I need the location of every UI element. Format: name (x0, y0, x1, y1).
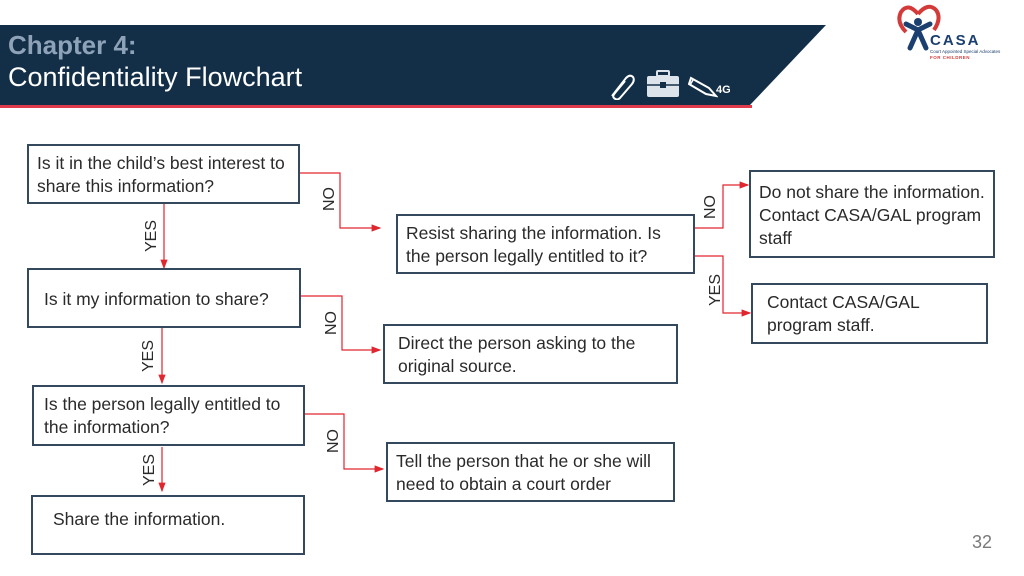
node-do-not-share: Do not share the information. Contact CA… (749, 170, 995, 258)
node-my-information: Is it my information to share? (27, 268, 301, 328)
node-resist-sharing: Resist sharing the information. Is the p… (396, 214, 695, 274)
connector-q3-no (304, 413, 385, 473)
label-yes: YES (141, 453, 159, 487)
label-no: NO (323, 311, 340, 335)
node-share-information: Share the information. (31, 495, 305, 555)
page-title: Confidentiality Flowchart (8, 62, 303, 92)
chapter-label: Chapter 4: (8, 30, 137, 60)
node-best-interest: Is it in the child’s best interest to sh… (27, 144, 300, 204)
icon-tag: 4G (716, 84, 731, 96)
paperclip-icon (611, 74, 635, 100)
node-legally-entitled: Is the person legally entitled to the in… (32, 385, 305, 446)
briefcase-icon (647, 70, 679, 97)
node-court-order: Tell the person that he or she will need… (386, 442, 675, 502)
label-no: NO (325, 429, 342, 453)
label-no: NO (321, 187, 338, 211)
connector-q1-no (299, 172, 382, 232)
logo-tagline: FOR CHILDREN (930, 55, 970, 60)
logo-subtitle: Court Appointed Special Advocates (930, 49, 1001, 54)
logo-name: CASA (930, 32, 981, 49)
page-number: 32 (972, 532, 993, 552)
label-no: NO (702, 195, 719, 219)
pencil-icon (688, 76, 718, 98)
casa-logo: CASA Court Appointed Special Advocates F… (896, 4, 1020, 62)
banner-accent-line (0, 105, 752, 108)
label-yes: YES (140, 339, 158, 373)
node-direct-source: Direct the person asking to the original… (383, 324, 678, 384)
node-contact-staff: Contact CASA/GAL program staff. (751, 283, 988, 344)
label-yes: YES (707, 273, 725, 307)
label-yes: YES (143, 219, 161, 253)
